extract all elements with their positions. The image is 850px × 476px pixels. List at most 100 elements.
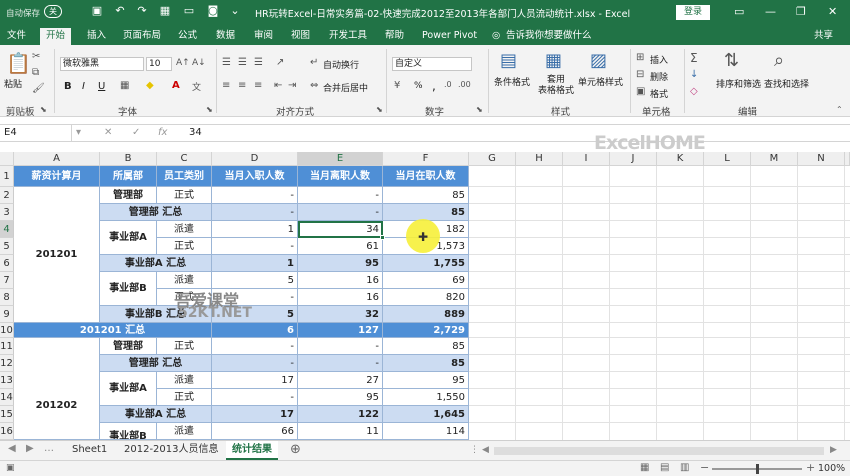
- cell-f12[interactable]: 85: [383, 355, 469, 372]
- cell-b16[interactable]: 事业部B: [100, 423, 157, 440]
- page-layout-view-icon[interactable]: ▤: [660, 462, 669, 473]
- delete-cells-button[interactable]: 删除: [650, 70, 668, 83]
- cut-icon[interactable]: ✂: [32, 51, 40, 62]
- formula-input[interactable]: 34: [189, 127, 202, 138]
- find-select-button[interactable]: 查找和选择: [764, 77, 809, 90]
- cell-e10[interactable]: 127: [298, 323, 383, 338]
- column-header-g[interactable]: G: [469, 152, 516, 166]
- cell-c2[interactable]: 正式: [157, 187, 212, 204]
- tab-insert[interactable]: 插入: [87, 28, 106, 45]
- horizontal-scrollbar[interactable]: [494, 447, 824, 455]
- zoom-level[interactable]: 100%: [818, 463, 845, 474]
- row-header-10[interactable]: 10: [0, 323, 14, 338]
- underline-button[interactable]: U: [98, 81, 105, 92]
- collapse-ribbon-icon[interactable]: ⌃: [836, 105, 843, 114]
- italic-button[interactable]: I: [82, 81, 85, 92]
- sort-filter-icon[interactable]: ⇅: [724, 50, 739, 71]
- row-header-5[interactable]: 5: [0, 238, 14, 255]
- cancel-icon[interactable]: ✕: [104, 127, 112, 138]
- restore-icon[interactable]: ❐: [796, 5, 806, 18]
- cell-d3[interactable]: -: [212, 204, 298, 221]
- comma-button[interactable]: ,: [432, 79, 436, 93]
- cell-e12[interactable]: -: [298, 355, 383, 372]
- open-icon[interactable]: ▭: [182, 4, 196, 18]
- normal-view-icon[interactable]: ▦: [640, 462, 649, 473]
- tab-data[interactable]: 数据: [216, 28, 235, 45]
- cell-d12[interactable]: -: [212, 355, 298, 372]
- tab-home[interactable]: 开始: [40, 28, 72, 45]
- cell-e3[interactable]: -: [298, 204, 383, 221]
- tab-help[interactable]: 帮助: [385, 28, 404, 45]
- font-color-icon[interactable]: A: [172, 80, 180, 91]
- cell-d16[interactable]: 66: [212, 423, 298, 440]
- bold-button[interactable]: B: [64, 81, 72, 92]
- cell-a-201202[interactable]: 201202: [14, 338, 100, 440]
- row-header-7[interactable]: 7: [0, 272, 14, 289]
- cell-b2[interactable]: 管理部: [100, 187, 157, 204]
- hscroll-left-icon[interactable]: ◀: [482, 445, 489, 455]
- cell-b11[interactable]: 管理部: [100, 338, 157, 355]
- header-cell-month[interactable]: 薪资计算月: [14, 166, 100, 187]
- cell-e13[interactable]: 27: [298, 372, 383, 389]
- cell-f6[interactable]: 1,755: [383, 255, 469, 272]
- orientation-icon[interactable]: ↗: [276, 57, 284, 68]
- redo-icon[interactable]: ↷: [135, 4, 149, 18]
- row-header-9[interactable]: 9: [0, 306, 14, 323]
- align-bottom-icon[interactable]: ☰: [254, 57, 263, 68]
- table-format-icon[interactable]: ▦: [545, 50, 562, 71]
- cell-f16[interactable]: 114: [383, 423, 469, 440]
- copy-icon[interactable]: ⧉: [32, 67, 39, 78]
- wrap-text-button[interactable]: 自动换行: [323, 58, 359, 71]
- cell-e15[interactable]: 122: [298, 406, 383, 423]
- cell-e5[interactable]: 61: [298, 238, 383, 255]
- name-box[interactable]: E4: [0, 125, 72, 141]
- conditional-format-icon[interactable]: ▤: [500, 50, 517, 71]
- add-sheet-icon[interactable]: ⊕: [290, 442, 301, 457]
- zoom-out-icon[interactable]: −: [700, 461, 709, 474]
- insert-function-button[interactable]: fx: [158, 127, 167, 138]
- paste-button[interactable]: 粘贴: [4, 77, 22, 90]
- customize-qat-icon[interactable]: ⌄: [228, 4, 242, 18]
- zoom-in-icon[interactable]: +: [806, 461, 815, 474]
- save-icon[interactable]: ▣: [90, 4, 104, 18]
- decrease-decimal-icon[interactable]: .00: [458, 80, 471, 89]
- row-header-14[interactable]: 14: [0, 389, 14, 406]
- insert-cells-icon[interactable]: ⊞: [636, 52, 644, 63]
- cell-d2[interactable]: -: [212, 187, 298, 204]
- tab-file[interactable]: 文件: [7, 28, 26, 45]
- tab-developer[interactable]: 开发工具: [329, 28, 367, 45]
- align-left-icon[interactable]: ≡: [222, 80, 230, 91]
- scroll-next-sheet-icon[interactable]: ▶: [26, 443, 34, 454]
- cell-e8[interactable]: 16: [298, 289, 383, 306]
- column-header-n[interactable]: N: [798, 152, 845, 166]
- row-header-8[interactable]: 8: [0, 289, 14, 306]
- page-break-view-icon[interactable]: ▥: [680, 462, 689, 473]
- cell-b6[interactable]: 事业部A 汇总: [100, 255, 212, 272]
- cell-styles-icon[interactable]: ▨: [590, 50, 607, 71]
- cell-f9[interactable]: 889: [383, 306, 469, 323]
- column-header-e[interactable]: E: [298, 152, 383, 166]
- row-header-6[interactable]: 6: [0, 255, 14, 272]
- minimize-icon[interactable]: —: [765, 5, 776, 18]
- grow-font-icon[interactable]: A↑: [176, 58, 190, 68]
- cell-f10[interactable]: 2,729: [383, 323, 469, 338]
- row-header-16[interactable]: 16: [0, 423, 14, 440]
- row-header-15[interactable]: 15: [0, 406, 14, 423]
- increase-decimal-icon[interactable]: .0: [444, 80, 452, 89]
- table-icon[interactable]: ▦: [158, 4, 172, 18]
- cell-b4[interactable]: 事业部A: [100, 221, 157, 255]
- cell-d15[interactable]: 17: [212, 406, 298, 423]
- macro-record-icon[interactable]: ▣: [6, 463, 15, 473]
- fill-color-icon[interactable]: ◆: [146, 80, 154, 91]
- ribbon-display-icon[interactable]: ▭: [734, 5, 744, 18]
- align-center-icon[interactable]: ≡: [238, 80, 246, 91]
- cell-e9[interactable]: 32: [298, 306, 383, 323]
- cell-f11[interactable]: 85: [383, 338, 469, 355]
- cell-f2[interactable]: 85: [383, 187, 469, 204]
- fill-icon[interactable]: ↓: [690, 69, 698, 80]
- borders-icon[interactable]: ▦: [120, 80, 129, 91]
- cell-c4[interactable]: 派遣: [157, 221, 212, 238]
- cell-d6[interactable]: 1: [212, 255, 298, 272]
- align-middle-icon[interactable]: ☰: [238, 57, 247, 68]
- column-header-a[interactable]: A: [14, 152, 100, 166]
